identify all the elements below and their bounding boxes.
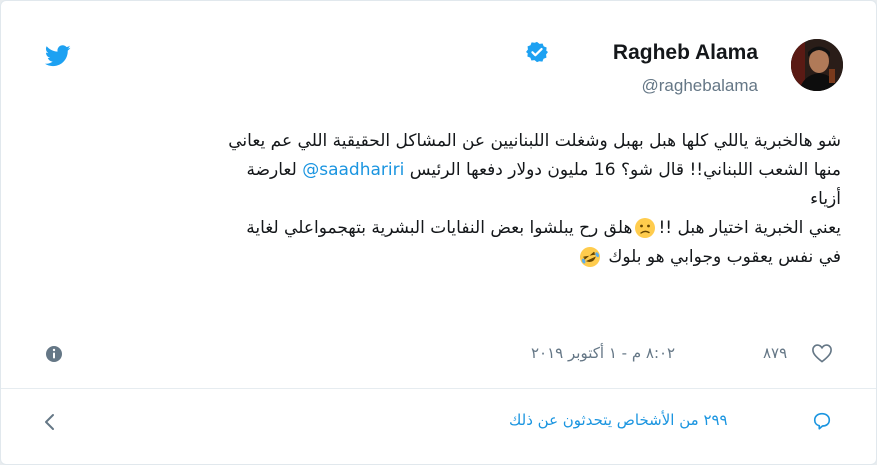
info-icon[interactable] <box>45 345 63 363</box>
handle[interactable]: @raghebalama <box>642 76 759 96</box>
verified-badge-icon <box>526 41 548 63</box>
chevron-left-icon[interactable] <box>39 411 61 433</box>
replies-link[interactable]: ٢٩٩ من الأشخاص يتحدثون عن ذلك <box>509 411 728 429</box>
heart-icon[interactable] <box>811 343 833 363</box>
tweet-line: شو هالخبرية ياللي كلها هبل بهبل وشغلت ال… <box>228 131 841 151</box>
confused-face-emoji-icon <box>635 218 656 238</box>
tweet-line: أزياء <box>810 189 841 209</box>
avatar-photo <box>791 39 843 91</box>
tweet-line: يعني الخبرية اختيار هبل !! هلق رح يبلشوا … <box>41 214 841 243</box>
tweet-text-segment: هلق رح يبلشوا بعض النفايات البشرية بتهجم… <box>246 218 633 238</box>
tweet-line: منها الشعب اللبناني!! قال شو؟ 16 مليون د… <box>41 156 841 185</box>
mention-link[interactable]: @saadhariri <box>302 160 404 180</box>
tweet-card: Ragheb Alama @raghebalama شو هالخبرية يا… <box>0 0 877 465</box>
tweet-text-segment: لعارضة <box>246 160 303 180</box>
tweet-text-segment: في نفس يعقوب وجوابي هو بلوك <box>608 247 841 267</box>
twitter-bird-icon[interactable] <box>45 45 71 67</box>
reply-bubble-icon[interactable] <box>811 411 833 431</box>
tweet-text: شو هالخبرية ياللي كلها هبل بهبل وشغلت ال… <box>41 127 841 272</box>
rolling-laughing-emoji-icon <box>579 247 600 267</box>
tweet-timestamp[interactable]: ٨:٠٢ م - ١ أكتوبر ٢٠١٩ <box>531 344 675 362</box>
avatar[interactable] <box>791 39 843 91</box>
tweet-text-segment: يعني الخبرية اختيار هبل !! <box>658 218 841 238</box>
tweet-text-segment: منها الشعب اللبناني!! قال شو؟ 16 مليون د… <box>404 160 841 180</box>
tweet-line: في نفس يعقوب وجوابي هو بلوك <box>41 243 841 272</box>
like-count: ٨٧٩ <box>763 344 788 362</box>
display-name[interactable]: Ragheb Alama <box>613 41 758 65</box>
divider <box>1 388 876 389</box>
